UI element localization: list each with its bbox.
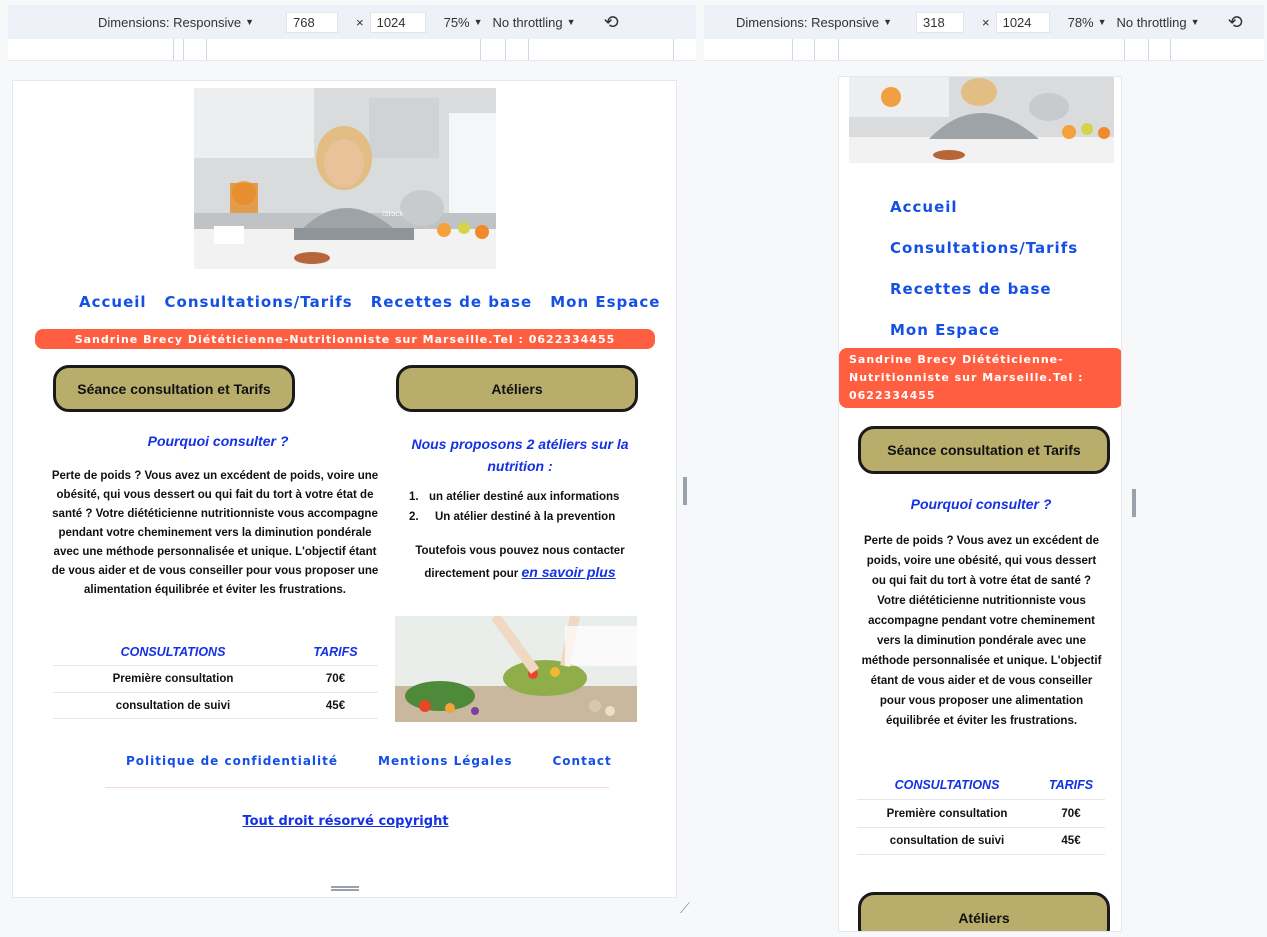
rotate-icon[interactable]: ⟲ [604, 12, 619, 33]
hero-kitchen-image [849, 77, 1114, 163]
copyright-link[interactable]: Tout droit résorvé copyright [13, 814, 676, 829]
table-cell: Première consultation [886, 807, 1008, 820]
screenshot-root: Dimensions: Responsive ▼ 768 × 1024 75% ▼ … [0, 0, 1267, 937]
main-nav: Accueil Consultations/Tarifs Recettes de… [890, 187, 1078, 351]
throttle-dropdown[interactable]: No throttling ▼ [493, 15, 576, 30]
nav-link-recettes[interactable]: Recettes de base [371, 293, 533, 311]
table-row: consultation de suivi 45€ [857, 827, 1105, 855]
table-header-tarifs: TARIFS [1048, 778, 1094, 792]
throttle-dropdown[interactable]: No throttling ▼ [1117, 15, 1200, 30]
dimensions-dropdown[interactable]: Dimensions: Responsive ▼ [98, 15, 254, 30]
devtools-toolbar-right: Dimensions: Responsive ▼ 318 × 1024 78% ▼ … [704, 5, 1264, 61]
why-consult-text: Perte de poids ? Vous avez un excédent d… [861, 535, 1102, 727]
bottom-resize-handle[interactable] [331, 886, 359, 891]
footer-nav: Politique de confidentialité Mentions Lé… [126, 754, 612, 768]
table-cell: consultation de suivi [115, 699, 231, 712]
table-cell: consultation de suivi [889, 835, 1005, 847]
height-input[interactable]: 1024 [369, 11, 426, 33]
media-query-ruler-right [704, 39, 1264, 61]
table-row: Première consultation 70€ [53, 665, 378, 692]
times-sign: × [982, 14, 990, 30]
table-cell: 45€ [325, 699, 346, 712]
table-cell: 70€ [1061, 807, 1081, 820]
tarifs-table: CONSULTATIONS TARIFS Première consultati… [53, 639, 378, 719]
ateliers-button[interactable]: Atéliers [396, 365, 638, 412]
dimensions-dropdown[interactable]: Dimensions: Responsive ▼ [736, 15, 892, 30]
contact-banner: Sandrine Brecy Diététicienne-Nutritionni… [35, 329, 655, 349]
contact-banner: Sandrine Brecy Diététicienne-Nutritionni… [839, 348, 1121, 408]
dropdown-caret-icon: ▼ [245, 17, 254, 27]
nav-link-mon-espace[interactable]: Mon Espace [550, 293, 660, 311]
width-input[interactable]: 768 [286, 11, 338, 33]
table-row: consultation de suivi 45€ [53, 692, 378, 719]
ateliers-title: Nous proposons 2 atéliers sur la nutriti… [411, 436, 629, 474]
list-item: 2. Un atélier destiné à la prevention [409, 511, 616, 523]
salad-preparation-image [395, 616, 637, 722]
dropdown-caret-icon: ▼ [566, 17, 576, 27]
dropdown-caret-icon: ▼ [1190, 17, 1200, 27]
devtools-controls-left: Dimensions: Responsive ▼ 768 × 1024 75% ▼ … [8, 5, 696, 39]
why-consult-text: Perte de poids ? Vous avez un excédent d… [51, 470, 379, 596]
footer-link-privacy[interactable]: Politique de confidentialité [126, 754, 338, 768]
side-resize-handle-left[interactable] [683, 477, 687, 505]
table-header-consultations: CONSULTATIONS [120, 645, 226, 659]
why-consult-title: Pourquoi consulter ? [910, 496, 1052, 512]
dropdown-caret-icon: ▼ [1097, 17, 1107, 27]
devtools-toolbar-left: Dimensions: Responsive ▼ 768 × 1024 75% ▼ … [8, 5, 696, 61]
tarifs-table: CONSULTATIONS TARIFS Première consultati… [857, 771, 1105, 855]
ateliers-list: 1. un atélier destiné aux informations 2.… [409, 491, 649, 531]
dropdown-caret-icon: ▼ [473, 17, 483, 27]
hero-kitchen-image: iStock [194, 88, 496, 269]
nav-link-accueil[interactable]: Accueil [79, 293, 147, 311]
corner-resize-icon[interactable]: ⟋ [680, 900, 690, 917]
dropdown-caret-icon: ▼ [883, 17, 892, 27]
times-sign: × [356, 14, 364, 30]
seance-consultation-button[interactable]: Séance consultation et Tarifs [858, 426, 1110, 474]
list-item: 1. un atélier destiné aux informations [409, 491, 620, 503]
zoom-dropdown[interactable]: 75% ▼ [444, 15, 483, 30]
en-savoir-plus-link[interactable]: en savoir plus [521, 564, 615, 580]
seance-consultation-button[interactable]: Séance consultation et Tarifs [53, 365, 295, 412]
devtools-controls-right: Dimensions: Responsive ▼ 318 × 1024 78% ▼ … [704, 5, 1264, 39]
table-cell: 45€ [1061, 835, 1081, 847]
main-nav: Accueil Consultations/Tarifs Recettes de… [79, 293, 660, 311]
nav-link-consultations[interactable]: Consultations/Tarifs [890, 239, 1078, 257]
table-cell: Première consultation [112, 673, 234, 685]
zoom-dropdown[interactable]: 78% ▼ [1068, 15, 1107, 30]
table-header-consultations: CONSULTATIONS [894, 778, 1000, 792]
nav-link-mon-espace[interactable]: Mon Espace [890, 321, 1000, 339]
nav-link-consultations[interactable]: Consultations/Tarifs [165, 293, 353, 311]
side-resize-handle-right[interactable] [1132, 489, 1136, 517]
why-consult-title: Pourquoi consulter ? [147, 433, 289, 449]
footer-divider [105, 787, 609, 788]
contact-paragraph: Toutefois vous pouvez nous contacter dir… [398, 541, 642, 585]
table-cell: 70€ [325, 673, 346, 685]
table-header-tarifs: TARIFS [313, 645, 358, 659]
footer-link-contact[interactable]: Contact [552, 754, 611, 768]
table-row: Première consultation 70€ [857, 799, 1105, 827]
rotate-icon[interactable]: ⟲ [1228, 12, 1243, 33]
nav-link-accueil[interactable]: Accueil [890, 198, 958, 216]
tablet-viewport: iStock Accueil Consultations/Tarifs Rece… [12, 80, 677, 898]
media-query-ruler-left [8, 39, 696, 61]
footer-link-legal[interactable]: Mentions Légales [378, 754, 512, 768]
watermark-text: iStock [382, 210, 404, 218]
ateliers-button[interactable]: Atéliers [858, 892, 1110, 931]
nav-link-recettes[interactable]: Recettes de base [890, 280, 1052, 298]
width-input[interactable]: 318 [916, 11, 964, 33]
height-input[interactable]: 1024 [995, 11, 1050, 33]
mobile-viewport: Accueil Consultations/Tarifs Recettes de… [838, 76, 1122, 932]
